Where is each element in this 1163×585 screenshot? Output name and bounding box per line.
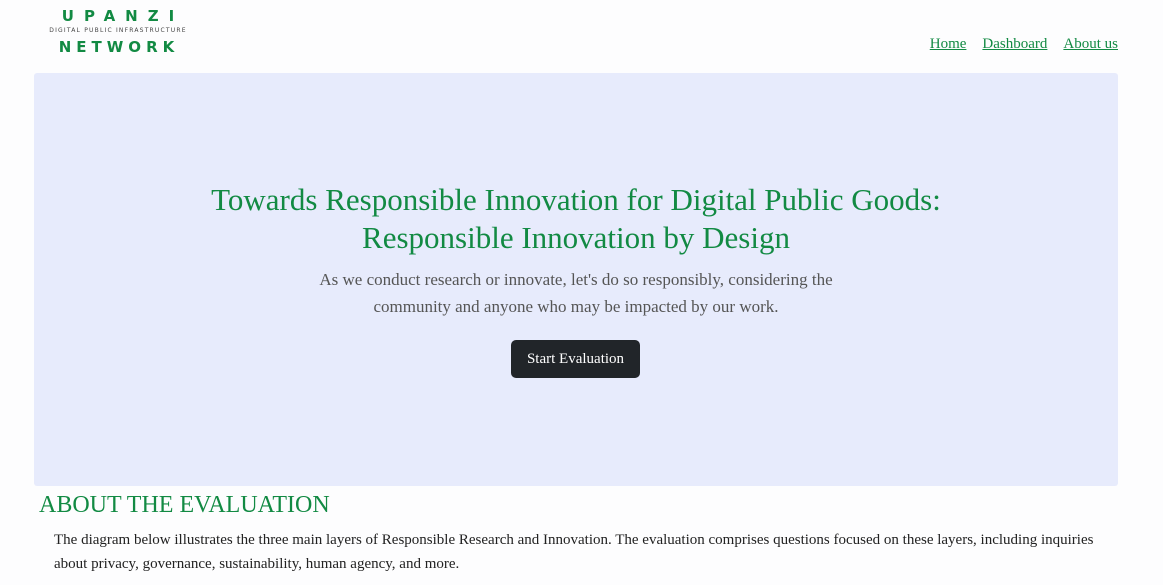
nav-link-about-us[interactable]: About us [1063,36,1118,53]
hero-title-line1: Towards Responsible Innovation for Digit… [211,182,941,217]
start-evaluation-button[interactable]: Start Evaluation [511,340,640,378]
hero-subtitle: As we conduct research or innovate, let'… [319,270,833,316]
about-heading: ABOUT THE EVALUATION [39,492,330,518]
logo-line-network: NETWORK [58,38,180,56]
site-header: UPANZI DIGITAL PUBLIC INFRASTRUCTURE NET… [0,0,1163,72]
nav-link-home[interactable]: Home [930,36,967,53]
hero-title: Towards Responsible Innovation for Digit… [34,181,1118,257]
logo-line-upanzi: UPANZI [61,7,185,25]
about-description: The diagram below illustrates the three … [54,532,1094,572]
logo-line-tagline: DIGITAL PUBLIC INFRASTRUCTURE [49,27,187,34]
hero-title-line2: Responsible Innovation by Design [362,220,790,255]
nav-link-dashboard[interactable]: Dashboard [982,36,1047,53]
upanzi-logo[interactable]: UPANZI DIGITAL PUBLIC INFRASTRUCTURE NET… [33,8,203,55]
main-nav: Home Dashboard About us [930,36,1118,53]
hero-section: Towards Responsible Innovation for Digit… [34,73,1118,486]
